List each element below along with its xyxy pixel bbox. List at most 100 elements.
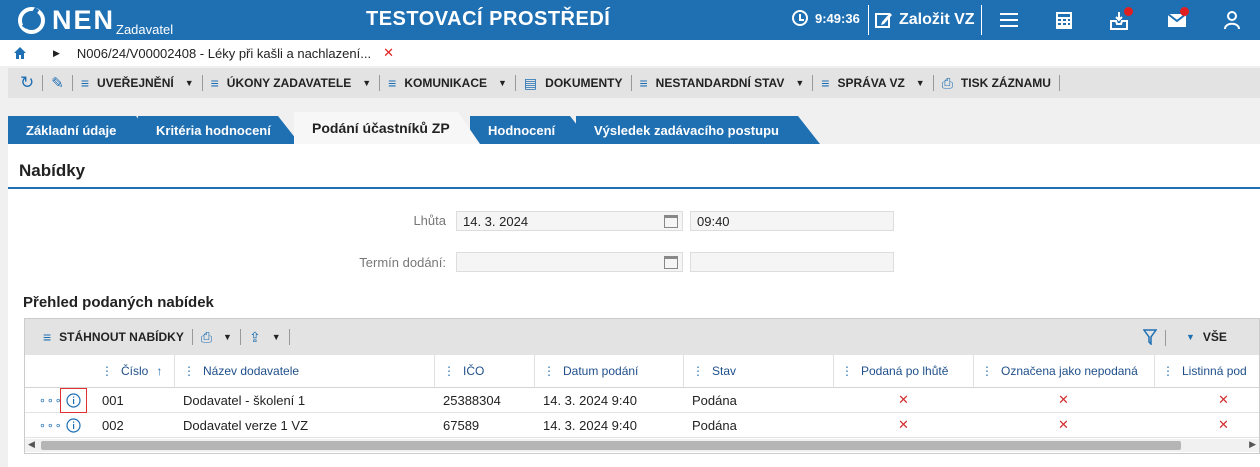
col-unsubmitted-label: Označena jako nepodaná [1001,364,1138,378]
communication-menu[interactable]: ≡ KOMUNIKACE ▼ [388,75,507,91]
cell-status: Podána [692,417,737,433]
calculator-icon[interactable] [1053,9,1075,31]
caret-down-icon: ▼ [362,78,372,88]
overview-title: Přehled podaných nabídek [23,294,214,311]
separator [683,355,684,387]
clock-icon [792,10,808,26]
menu-icon[interactable] [998,9,1020,31]
deadline-label: Lhůta [413,213,446,228]
download-offers-label: STÁHNOUT NABÍDKY [59,330,184,344]
tab-basic-info[interactable]: Základní údaje [8,116,158,144]
grid-header: ⋮ Číslo ↑ ⋮ Název dodavatele ⋮ IČO ⋮ Datum po… [25,355,1259,388]
deadline-time-value: 09:40 [697,214,730,229]
show-all-button[interactable]: ▼ VŠE [1183,330,1227,344]
calendar-icon[interactable] [664,215,678,228]
delivery-time-field[interactable] [690,252,894,272]
documents-button[interactable]: ▤ DOKUMENTY [524,75,623,92]
deadline-date-field[interactable]: 14. 3. 2024 [456,211,683,231]
scrollbar-thumb[interactable] [41,441,1181,450]
horizontal-scrollbar[interactable]: ◀ ▶ [25,439,1259,452]
offers-grid: ≡ STÁHNOUT NABÍDKY ⎙ ▼ ⇪ ▼ ▼ VŠE ⋮ Číslo ↑ ⋮… [24,318,1260,454]
communication-label: KOMUNIKACE [404,76,487,90]
separator [174,355,175,387]
info-icon[interactable] [66,413,81,437]
scroll-right-icon[interactable]: ▶ [1249,439,1256,450]
separator [973,355,974,387]
nonstandard-menu[interactable]: ≡ NESTANDARDNÍ STAV ▼ [640,75,805,91]
list-icon: ≡ [639,75,648,91]
col-late[interactable]: ⋮ Podaná po lhůtě [841,355,948,387]
publish-label: UVEŘEJNĚNÍ [97,76,174,90]
user-icon[interactable] [1221,9,1243,31]
col-paper-label: Listinná pod [1182,364,1247,378]
tab-participant-submissions[interactable]: Podání účastníků ZP [294,112,480,144]
separator [1154,355,1155,387]
table-row[interactable]: ∘∘∘ 001 Dodavatel - školení 1 25388304 1… [25,388,1259,413]
create-vz-button[interactable]: Založit VZ [868,5,982,35]
col-date[interactable]: ⋮ Datum podání [543,355,638,387]
home-icon[interactable] [13,46,27,60]
table-row[interactable]: ∘∘∘ 002 Dodavatel verze 1 VZ 67589 14. 3… [25,413,1259,438]
scroll-left-icon[interactable]: ◀ [28,439,35,450]
sort-ascending-icon: ↑ [156,364,163,378]
environment-title: TESTOVACÍ PROSTŘEDÍ [366,8,611,30]
tab-evaluation-criteria[interactable]: Kritéria hodnocení [138,116,300,144]
delivery-label: Termín dodání: [359,255,446,270]
document-icon: ▤ [523,74,538,91]
breadcrumb-record[interactable]: N006/24/V00002408 - Léky při kašli a nac… [77,46,371,61]
mail-notification-dot [1180,7,1189,16]
actions-menu[interactable]: ≡ ÚKONY ZADAVATELE ▼ [211,75,372,91]
separator [288,329,290,345]
cell-number: 002 [102,417,124,433]
separator [379,75,381,91]
col-number[interactable]: ⋮ Číslo ↑ [101,355,162,387]
cell-supplier: Dodavatel - školení 1 [183,392,306,408]
col-status[interactable]: ⋮ Stav [692,355,736,387]
export-menu[interactable]: ⇪ ▼ [249,329,281,346]
close-record-icon[interactable]: ✕ [383,45,394,61]
separator [201,75,203,91]
info-icon[interactable] [66,388,81,412]
separator [1058,75,1060,91]
show-all-label: VŠE [1202,330,1227,344]
tab-procedure-result[interactable]: Výsledek zadávacího postupu [576,116,820,144]
caret-down-icon: ▼ [271,332,281,342]
separator [434,355,435,387]
separator [239,329,241,345]
col-supplier[interactable]: ⋮ Název dodavatele [183,355,299,387]
col-late-label: Podaná po lhůtě [861,364,949,378]
refresh-icon[interactable]: ↻ [20,73,34,93]
nen-logo[interactable]: NEN [18,7,115,34]
filter-icon[interactable] [1143,329,1157,345]
logo-subtitle: Zadavatel [116,22,174,37]
delivery-date-field[interactable] [456,252,683,272]
print-button[interactable]: ⎙ TISK ZÁZNAMU [942,75,1051,92]
top-bar: NEN Zadavatel TESTOVACÍ PROSTŘEDÍ 9:49:3… [0,0,1260,40]
row-menu-icon[interactable]: ∘∘∘ [39,413,63,437]
cell-ico: 67589 [443,417,480,433]
separator [71,75,73,91]
management-label: SPRÁVA VZ [837,76,905,90]
col-paper[interactable]: ⋮ Listinná pod [1162,355,1260,387]
print-menu[interactable]: ⎙ ▼ [201,329,232,346]
col-ico[interactable]: ⋮ IČO [443,355,484,387]
separator [534,355,535,387]
caret-down-icon: ▼ [915,78,925,88]
col-unsubmitted[interactable]: ⋮ Označena jako nepodaná [981,355,1138,387]
cell-supplier: Dodavatel verze 1 VZ [183,417,309,433]
tab-evaluation[interactable]: Hodnocení [470,116,592,144]
create-vz-label: Založit VZ [899,11,975,28]
publish-menu[interactable]: ≡ UVEŘEJNĚNÍ ▼ [81,75,194,91]
management-menu[interactable]: ≡ SPRÁVA VZ ▼ [821,75,924,91]
deadline-time-field[interactable]: 09:40 [690,211,894,231]
separator [833,355,834,387]
section-divider [8,187,1260,189]
deadline-date-value: 14. 3. 2024 [463,214,529,229]
separator [630,75,632,91]
cell-status: Podána [692,392,737,408]
download-offers-button[interactable]: ≡ STÁHNOUT NABÍDKY [43,329,184,345]
cell-paper-x-icon: ✕ [1218,417,1229,432]
pencil-icon[interactable]: ✎ [51,74,64,92]
actions-label: ÚKONY ZADAVATELE [226,76,352,90]
calendar-icon[interactable] [664,256,678,269]
